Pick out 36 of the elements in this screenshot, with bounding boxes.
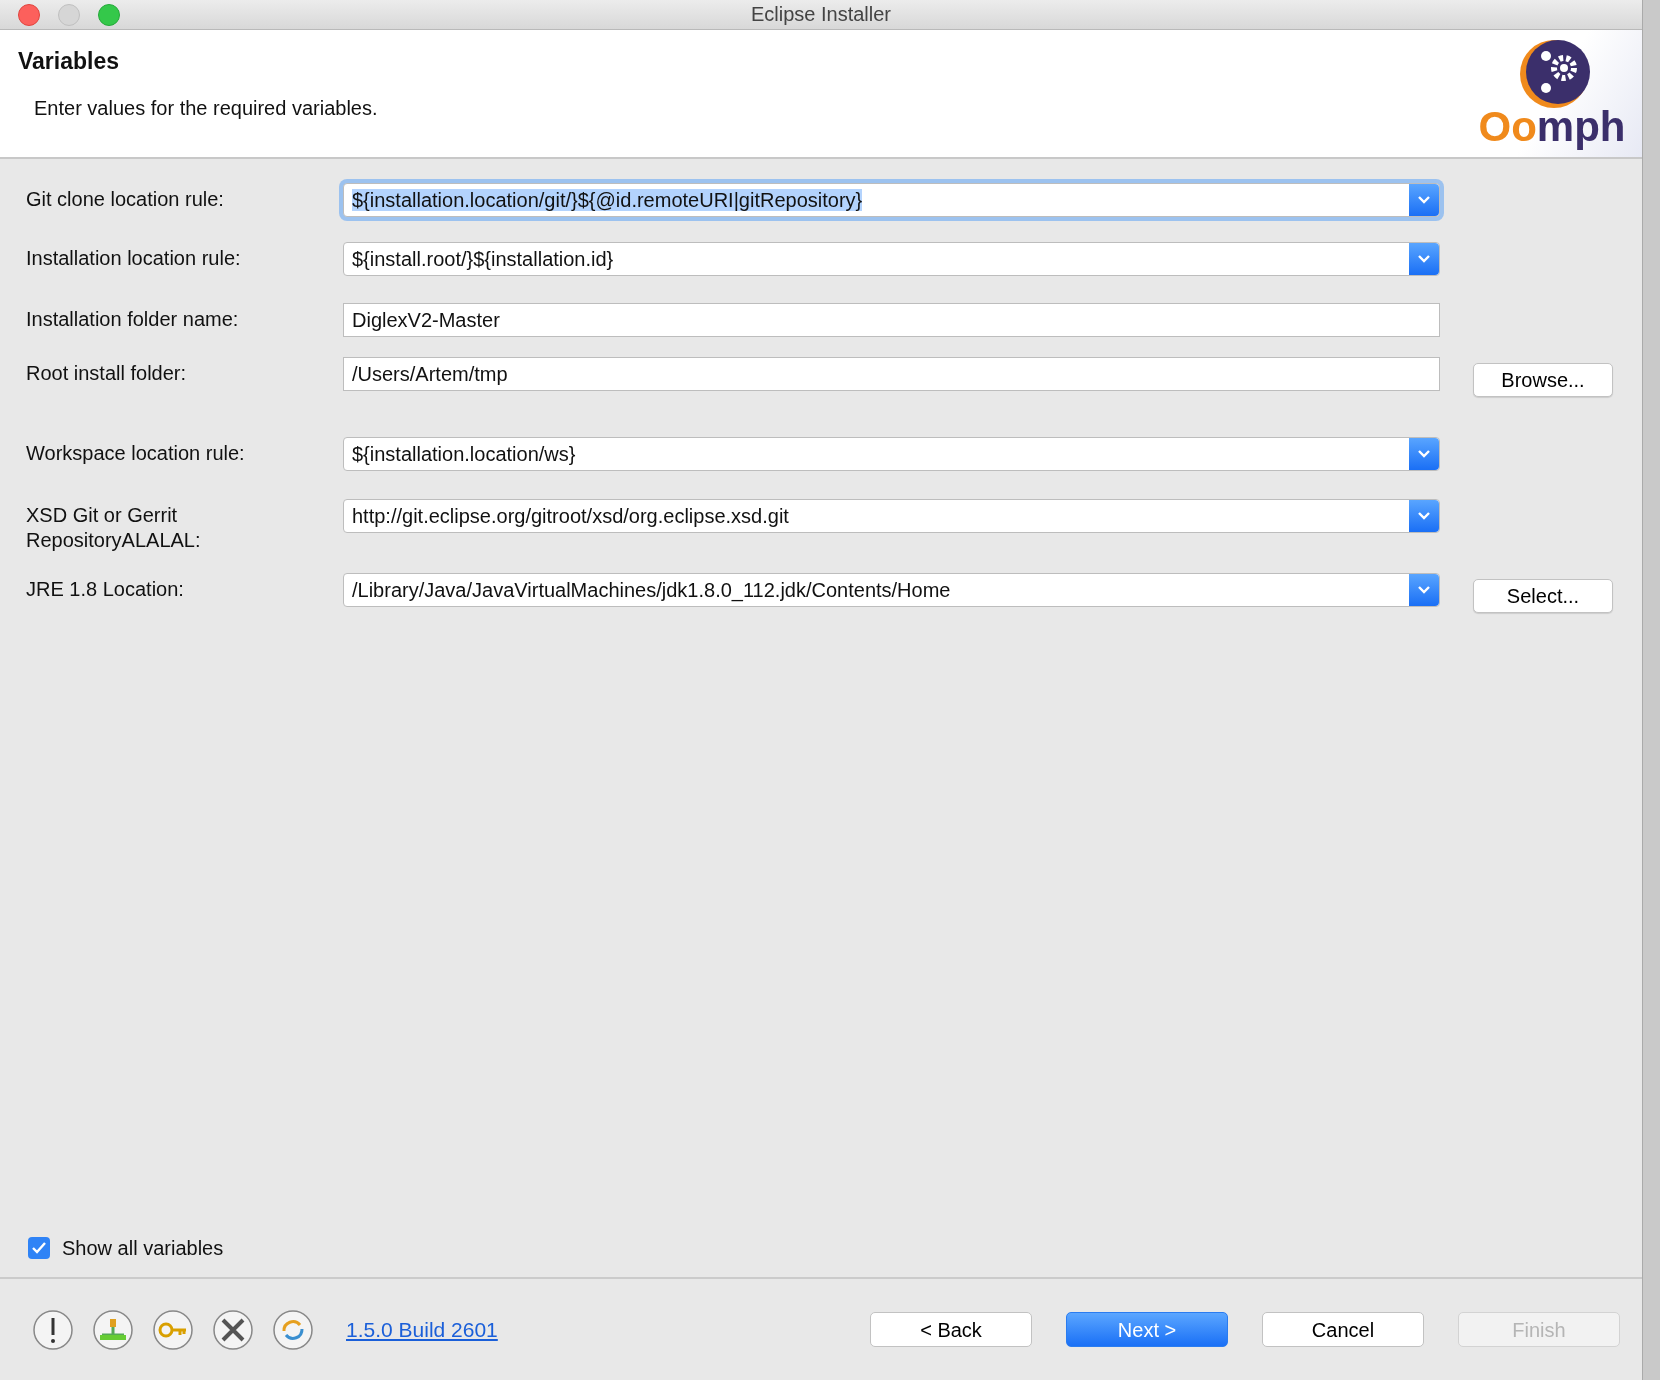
- field-label: XSD Git or Gerrit RepositoryALALAL:: [26, 503, 202, 553]
- checkbox[interactable]: [28, 1237, 50, 1259]
- info-icon[interactable]: [32, 1308, 74, 1351]
- combo-box[interactable]: ${install.root/}${installation.id}: [343, 242, 1440, 276]
- network-icon[interactable]: [92, 1308, 134, 1351]
- field-label: Installation location rule:: [26, 246, 242, 271]
- checkmark-icon: [31, 1241, 47, 1255]
- field-label: Root install folder:: [26, 361, 188, 386]
- key-icon[interactable]: [152, 1308, 194, 1351]
- field-label: Installation folder name:: [26, 307, 240, 332]
- field-label: JRE 1.8 Location:: [26, 577, 185, 602]
- zoom-icon[interactable]: [98, 4, 120, 26]
- logo-text: Oomph: [1478, 106, 1626, 148]
- version-link[interactable]: 1.5.0 Build 2601: [346, 1313, 498, 1346]
- cancel-button[interactable]: Cancel: [1262, 1312, 1424, 1347]
- update-icon[interactable]: [272, 1308, 314, 1351]
- dropdown-caret-icon[interactable]: [1409, 243, 1439, 275]
- checkbox-label: Show all variables: [62, 1236, 224, 1261]
- dropdown-caret-icon[interactable]: [1409, 500, 1439, 532]
- page-title: Variables: [18, 47, 121, 76]
- window-title: Eclipse Installer: [750, 2, 892, 26]
- combo-box[interactable]: http://git.eclipse.org/gitroot/xsd/org.eclipse.xsd.git: [343, 499, 1440, 533]
- dropdown-caret-icon[interactable]: [1409, 184, 1439, 216]
- browse-button[interactable]: Browse...: [1473, 363, 1613, 397]
- page-description: Enter values for the required variables.: [34, 95, 378, 121]
- dropdown-caret-icon[interactable]: [1409, 438, 1439, 470]
- combo-box[interactable]: ${installation.location/ws}: [343, 437, 1440, 471]
- close-icon[interactable]: [18, 4, 40, 26]
- back-button[interactable]: < Back: [870, 1312, 1032, 1347]
- field-label: Git clone location rule:: [26, 187, 225, 212]
- text-field[interactable]: DiglexV2-Master: [343, 303, 1440, 337]
- field-label: Workspace location rule:: [26, 441, 246, 466]
- text-field[interactable]: /Users/Artem/tmp: [343, 357, 1440, 391]
- combo-box[interactable]: /Library/Java/JavaVirtualMachines/jdk1.8.0_112.jdk/Contents/Home: [343, 573, 1440, 607]
- select-button[interactable]: Select...: [1473, 579, 1613, 613]
- dropdown-caret-icon[interactable]: [1409, 574, 1439, 606]
